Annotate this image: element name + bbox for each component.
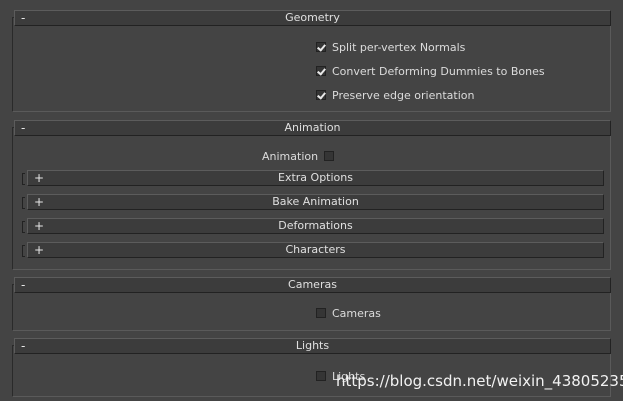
- deformations-title: Deformations: [278, 219, 353, 232]
- checkbox-label: Preserve edge orientation: [332, 88, 475, 102]
- bracket-left: [22, 197, 25, 209]
- geometry-rollout-header[interactable]: - Geometry: [14, 10, 611, 26]
- checkbox-box[interactable]: [316, 66, 326, 76]
- bracket-left: [22, 245, 25, 257]
- split-per-vertex-normals-checkbox[interactable]: Split per-vertex Normals: [316, 40, 465, 54]
- checkbox-label: Cameras: [332, 306, 381, 320]
- characters-rollout-header[interactable]: + Characters: [27, 242, 604, 258]
- watermark-text: https://blog.csdn.net/weixin_43805235: [336, 372, 623, 390]
- checkbox-label: Animation: [262, 149, 319, 163]
- animation-rollout-header[interactable]: - Animation: [14, 120, 611, 136]
- bake-animation-rollout-header[interactable]: + Bake Animation: [27, 194, 604, 210]
- checkbox-box[interactable]: [316, 308, 326, 318]
- cameras-rollout-header[interactable]: - Cameras: [14, 277, 611, 293]
- lights-title: Lights: [295, 339, 330, 352]
- extra-options-title: Extra Options: [278, 171, 353, 184]
- animation-title: Animation: [284, 121, 341, 134]
- animation-checkbox[interactable]: Animation: [262, 149, 335, 163]
- bracket-left: [22, 173, 25, 185]
- checkbox-box[interactable]: [316, 90, 326, 100]
- checkbox-label: Convert Deforming Dummies to Bones: [332, 64, 545, 78]
- checkbox-box[interactable]: [324, 151, 335, 161]
- characters-title: Characters: [285, 243, 346, 256]
- convert-deforming-dummies-checkbox[interactable]: Convert Deforming Dummies to Bones: [316, 64, 545, 78]
- fbx-export-panel: - Geometry Split per-vertex Normals Conv…: [0, 0, 623, 401]
- checkbox-label: Split per-vertex Normals: [332, 40, 466, 54]
- preserve-edge-orientation-checkbox[interactable]: Preserve edge orientation: [316, 88, 474, 102]
- deformations-rollout-header[interactable]: + Deformations: [27, 218, 604, 234]
- checkbox-box[interactable]: [316, 42, 326, 52]
- bake-animation-title: Bake Animation: [272, 195, 359, 208]
- extra-options-rollout-header[interactable]: + Extra Options: [27, 170, 604, 186]
- cameras-title: Cameras: [288, 278, 337, 291]
- bracket-left: [22, 221, 25, 233]
- lights-rollout-header[interactable]: - Lights: [14, 338, 611, 354]
- cameras-checkbox[interactable]: Cameras: [316, 306, 381, 320]
- checkbox-box[interactable]: [316, 371, 326, 381]
- geometry-title: Geometry: [285, 11, 340, 24]
